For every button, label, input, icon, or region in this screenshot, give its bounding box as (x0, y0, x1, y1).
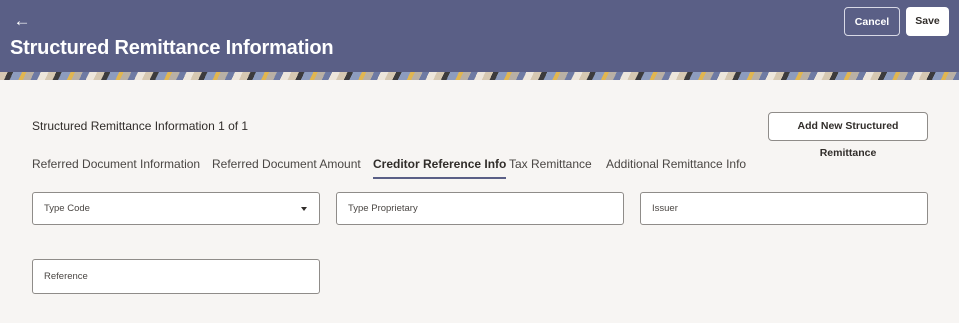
cancel-button[interactable]: Cancel (844, 7, 900, 36)
reference-placeholder: Reference (44, 271, 88, 282)
issuer-field[interactable]: Issuer (640, 192, 928, 225)
tab-referred-document-amount[interactable]: Referred Document Amount (212, 157, 361, 179)
type-proprietary-placeholder: Type Proprietary (348, 203, 418, 214)
issuer-placeholder: Issuer (652, 203, 678, 214)
save-button[interactable]: Save (906, 7, 949, 36)
tab-creditor-reference-info[interactable]: Creditor Reference Info (373, 157, 507, 179)
page-title: Structured Remittance Information (10, 37, 334, 59)
section-count-label: Structured Remittance Information 1 of 1 (32, 119, 249, 133)
chevron-down-icon[interactable] (301, 207, 307, 211)
page-header: ← Structured Remittance Information Canc… (0, 0, 959, 72)
add-new-structured-remittance-button[interactable]: Add New Structured Remittance (768, 112, 928, 159)
decorative-banner (0, 72, 959, 80)
tab-referred-document-information[interactable]: Referred Document Information (32, 157, 200, 179)
tab-tax-remittance[interactable]: Tax Remittance (509, 157, 592, 179)
reference-field[interactable]: Reference (32, 259, 320, 294)
type-proprietary-field[interactable]: Type Proprietary (336, 192, 624, 225)
back-arrow-icon[interactable]: ← (10, 10, 34, 32)
type-code-placeholder: Type Code (44, 203, 90, 214)
type-code-select[interactable]: Type Code (32, 192, 320, 225)
tab-additional-remittance-info[interactable]: Additional Remittance Info (606, 157, 746, 179)
